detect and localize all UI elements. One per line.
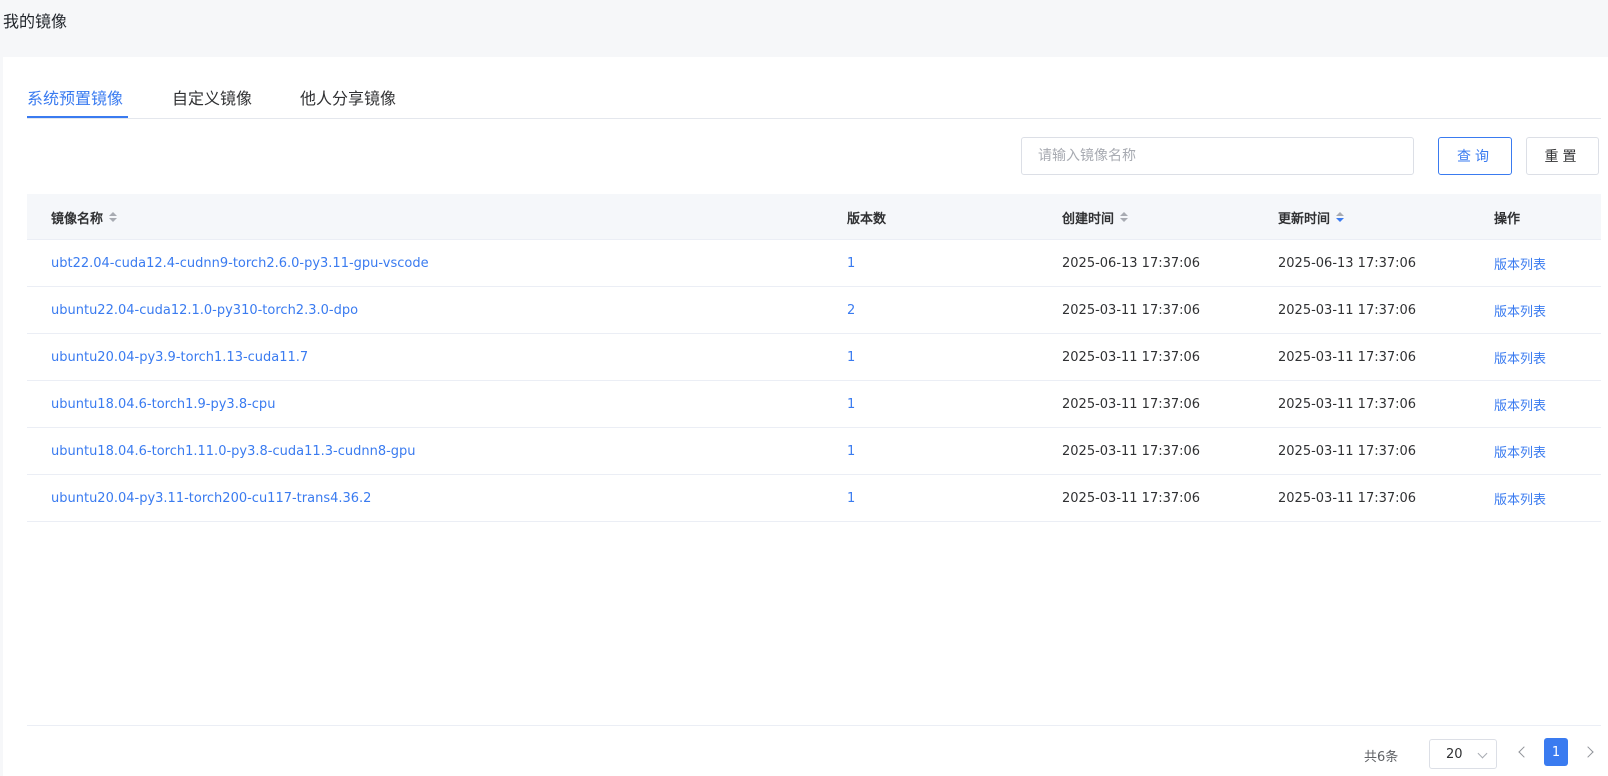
created-time: 2025-03-11 17:37:06 (1062, 490, 1201, 506)
image-name-search-input[interactable] (1021, 137, 1414, 175)
chevron-right-icon[interactable] (1582, 746, 1594, 758)
image-name-link[interactable]: ubt22.04-cuda12.4-cudnn9-torch2.6.0-py3.… (51, 240, 429, 286)
version-count-link[interactable]: 2 (847, 287, 855, 333)
sort-desc-icon[interactable] (1336, 212, 1345, 222)
table-row: ubuntu20.04-py3.9-torch1.13-cuda11.7 1 2… (27, 334, 1601, 381)
image-name-link[interactable]: ubuntu22.04-cuda12.1.0-py310-torch2.3.0-… (51, 287, 358, 333)
version-list-link[interactable]: 版本列表 (1494, 334, 1546, 380)
updated-time: 2025-03-11 17:37:06 (1278, 490, 1417, 506)
image-name-link[interactable]: ubuntu20.04-py3.11-torch200-cu117-trans4… (51, 475, 371, 521)
column-header-name-label: 镜像名称 (51, 211, 104, 227)
created-time: 2025-03-11 17:37:06 (1062, 302, 1201, 318)
reset-button[interactable]: 重置 (1526, 137, 1599, 175)
image-name-link[interactable]: ubuntu18.04.6-torch1.11.0-py3.8-cuda11.3… (51, 428, 416, 474)
page-number-current[interactable]: 1 (1544, 738, 1568, 766)
sort-icon[interactable] (109, 212, 118, 222)
table-row: ubuntu20.04-py3.11-torch200-cu117-trans4… (27, 475, 1601, 522)
version-list-link[interactable]: 版本列表 (1494, 240, 1546, 286)
created-time: 2025-03-11 17:37:06 (1062, 349, 1201, 365)
version-count-link[interactable]: 1 (847, 475, 855, 521)
version-count-link[interactable]: 1 (847, 334, 855, 380)
version-list-link[interactable]: 版本列表 (1494, 475, 1546, 521)
pagination-total: 共6条 (1364, 750, 1399, 765)
query-button[interactable]: 查询 (1438, 137, 1512, 175)
table-row: ubuntu22.04-cuda12.1.0-py310-torch2.3.0-… (27, 287, 1601, 334)
updated-time: 2025-06-13 17:37:06 (1278, 255, 1417, 271)
column-header-created[interactable]: 创建时间 (1062, 194, 1129, 240)
updated-time: 2025-03-11 17:37:06 (1278, 349, 1417, 365)
updated-time: 2025-03-11 17:37:06 (1278, 443, 1417, 459)
table-footer-divider (27, 725, 1601, 726)
tab-bar: 系统预置镜像 自定义镜像 他人分享镜像 (27, 57, 1601, 119)
column-header-actions-label: 操作 (1494, 211, 1521, 227)
image-name-link[interactable]: ubuntu20.04-py3.9-torch1.13-cuda11.7 (51, 334, 308, 380)
column-header-updated[interactable]: 更新时间 (1278, 194, 1345, 240)
column-header-name[interactable]: 镜像名称 (51, 194, 118, 240)
version-count-link[interactable]: 1 (847, 381, 855, 427)
table-row: ubt22.04-cuda12.4-cudnn9-torch2.6.0-py3.… (27, 240, 1601, 287)
column-header-actions: 操作 (1494, 194, 1520, 240)
created-time: 2025-03-11 17:37:06 (1062, 396, 1201, 412)
updated-time: 2025-03-11 17:37:06 (1278, 302, 1417, 318)
column-header-created-label: 创建时间 (1062, 211, 1115, 227)
main-card: 系统预置镜像 自定义镜像 他人分享镜像 查询 重置 镜像名称 版本数 创建时间 … (3, 57, 1608, 776)
version-count-link[interactable]: 1 (847, 240, 855, 286)
tab-custom-images[interactable]: 自定义镜像 (172, 85, 252, 109)
version-list-link[interactable]: 版本列表 (1494, 381, 1546, 427)
updated-time: 2025-03-11 17:37:06 (1278, 396, 1417, 412)
page-size-select[interactable]: 20 (1429, 739, 1497, 769)
page-title: 我的镜像 (3, 12, 68, 31)
tab-shared-images[interactable]: 他人分享镜像 (300, 85, 396, 109)
created-time: 2025-03-11 17:37:06 (1062, 443, 1201, 459)
table-row: ubuntu18.04.6-torch1.11.0-py3.8-cuda11.3… (27, 428, 1601, 475)
created-time: 2025-06-13 17:37:06 (1062, 255, 1201, 271)
column-header-updated-label: 更新时间 (1278, 211, 1331, 227)
sort-icon[interactable] (1120, 212, 1129, 222)
chevron-down-icon (1477, 748, 1488, 759)
image-name-link[interactable]: ubuntu18.04.6-torch1.9-py3.8-cpu (51, 381, 275, 427)
active-tab-underline (27, 116, 128, 118)
version-count-link[interactable]: 1 (847, 428, 855, 474)
chevron-left-icon[interactable] (1518, 746, 1530, 758)
column-header-versions-label: 版本数 (847, 211, 887, 227)
table-header: 镜像名称 版本数 创建时间 更新时间 操作 (27, 194, 1601, 240)
version-list-link[interactable]: 版本列表 (1494, 287, 1546, 333)
column-header-versions: 版本数 (847, 194, 886, 240)
tab-system-images[interactable]: 系统预置镜像 (27, 85, 123, 109)
page-size-value: 20 (1446, 746, 1463, 762)
version-list-link[interactable]: 版本列表 (1494, 428, 1546, 474)
table-row: ubuntu18.04.6-torch1.9-py3.8-cpu 1 2025-… (27, 381, 1601, 428)
image-table: 镜像名称 版本数 创建时间 更新时间 操作 ubt22.04-cuda12.4-… (27, 194, 1601, 522)
